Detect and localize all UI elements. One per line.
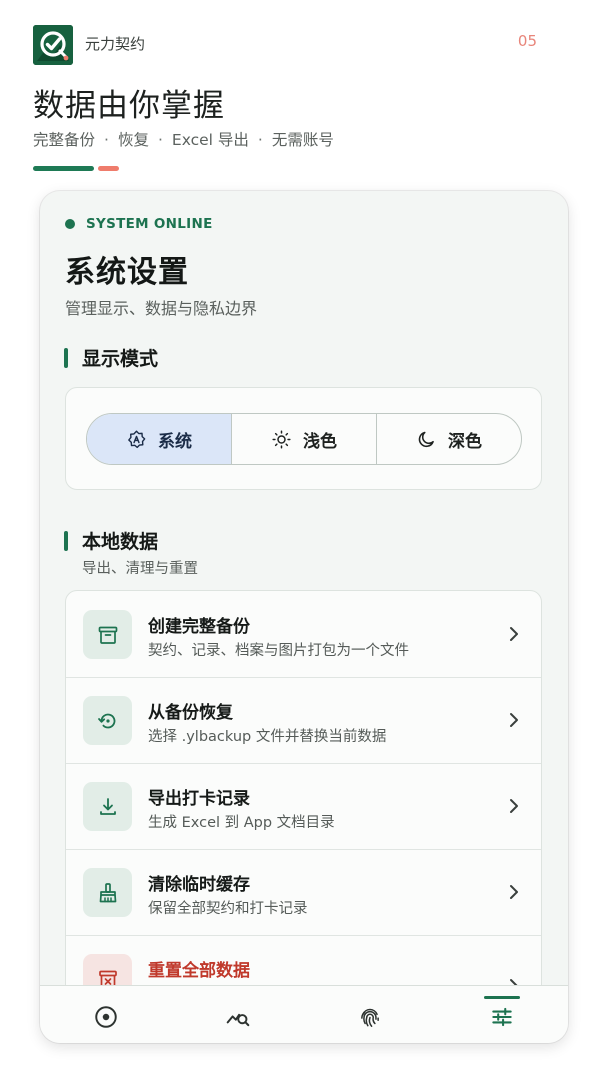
sun-icon [272,429,291,449]
download-icon [99,797,116,815]
promo-headline: 数据由你掌握 [33,88,225,124]
feature-separator: · [257,131,263,149]
restore-icon [97,713,115,728]
list-item-export-records[interactable]: 导出打卡记录 生成 Excel 到 App 文档目录 [66,763,541,850]
mode-option-dark[interactable]: 深色 [377,414,521,464]
page-title: 系统设置 [65,255,189,290]
moon-icon [418,431,434,447]
chart-search-icon [226,1013,250,1026]
item-title: 创建完整备份 [148,617,250,637]
mode-option-label: 浅色 [303,431,337,452]
list-item-create-backup[interactable]: 创建完整备份 契约、记录、档案与图片打包为一个文件 [66,591,541,678]
page-subtitle: 管理显示、数据与隐私边界 [65,299,258,318]
app-logo [33,25,73,65]
archive-box-icon [98,626,117,644]
section-subtitle: 导出、清理与重置 [82,561,198,577]
feature-item: Excel 导出 [171,131,249,149]
nav-tab-insights[interactable] [172,986,304,1043]
feature-item: 恢复 [117,131,149,149]
page-number: 05 [517,32,537,50]
chevron-right-icon [510,627,518,641]
fingerprint-icon [361,1008,379,1027]
item-description: 保留全部契约和打卡记录 [148,901,308,917]
display-mode-selector: 系统 浅色 深色 [86,413,522,465]
nav-tab-checkin[interactable] [304,986,436,1043]
sliders-icon [492,1007,512,1026]
target-icon [95,1005,117,1028]
list-item-clear-cache[interactable]: 清除临时缓存 保留全部契约和打卡记录 [66,849,541,936]
section-accent-bar [64,531,68,551]
broom-icon [99,882,116,902]
feature-list: 完整备份 · 恢复 · Excel 导出 · 无需账号 [33,128,334,150]
nav-tab-settings[interactable] [436,986,568,1043]
app-name: 元力契约 [85,35,146,53]
list-item-restore-backup[interactable]: 从备份恢复 选择 .ylbackup 文件并替换当前数据 [66,677,541,764]
item-icon-tile [83,868,132,917]
item-title: 导出打卡记录 [148,789,250,809]
promo-page: 元力契约 05 数据由你掌握 完整备份 · 恢复 · Excel 导出 · 无需账号 SYS… [0,0,607,1080]
section-title: 显示模式 [82,348,159,370]
item-description: 生成 Excel 到 App 文档目录 [148,815,335,831]
nav-tab-home[interactable] [40,986,172,1043]
mode-option-label: 系统 [158,431,192,452]
local-data-list: 创建完整备份 契约、记录、档案与图片打包为一个文件 从备份恢复 选择 .ylba… [65,590,542,1020]
mode-option-label: 深色 [448,431,482,452]
phone-screen: SYSTEM ONLINE 系统设置 管理显示、数据与隐私边界 显示模式 系统 [40,191,568,1043]
item-title: 重置全部数据 [148,961,250,981]
item-icon-tile [83,782,132,831]
feature-item: 无需账号 [271,131,334,149]
mode-option-light[interactable]: 浅色 [232,414,377,464]
auto-brightness-icon [128,429,146,448]
item-icon-tile [83,696,132,745]
chevron-right-icon [510,713,518,727]
status-dot-icon [65,219,75,229]
feature-separator: · [157,131,163,149]
promo-header: 元力契约 05 [33,25,573,65]
item-icon-tile [83,610,132,659]
indicator-active [33,166,94,171]
status-text: SYSTEM ONLINE [86,216,213,232]
item-description: 选择 .ylbackup 文件并替换当前数据 [148,729,387,745]
display-mode-card: 系统 浅色 深色 [65,387,542,490]
item-title: 清除临时缓存 [148,875,250,895]
item-title: 从备份恢复 [148,703,233,723]
feature-item: 完整备份 [33,131,96,149]
bottom-navigation [40,985,568,1043]
system-status: SYSTEM ONLINE [65,216,213,232]
active-tab-indicator [484,996,520,999]
chevron-right-icon [510,799,518,813]
feature-separator: · [104,131,109,149]
chevron-right-icon [510,885,518,899]
item-description: 契约、记录、档案与图片打包为一个文件 [148,643,409,659]
section-title: 本地数据 [82,531,159,553]
mode-option-system[interactable]: 系统 [87,414,232,464]
section-accent-bar [64,348,68,368]
indicator-accent [98,166,119,171]
